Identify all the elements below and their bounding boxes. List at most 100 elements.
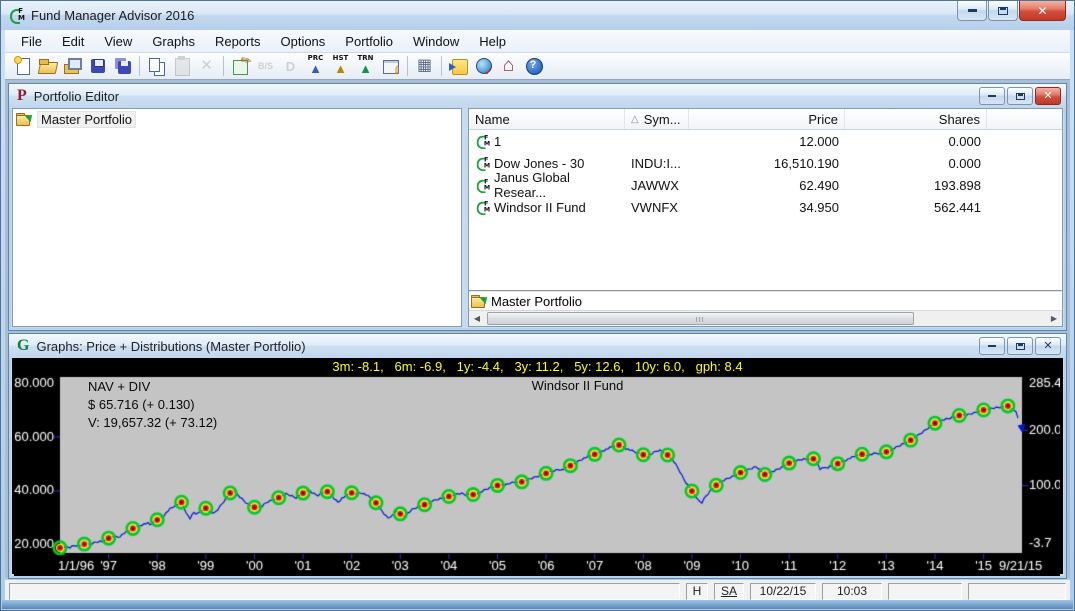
menu-graphs[interactable]: Graphs <box>142 31 205 52</box>
main-titlebar[interactable]: FM Fund Manager Advisor 2016 ✕ <box>1 1 1074 30</box>
history-up-arrow-icon: HST▲ <box>329 55 353 77</box>
group-label: Master Portfolio <box>491 294 582 309</box>
cell-value: 16,510.190 <box>774 156 839 171</box>
close-icon: ✕ <box>1043 91 1052 102</box>
last-price-label: $ 65.716 (+ 0.130) <box>88 396 217 414</box>
transactions-button[interactable]: TRN▲ <box>353 54 378 78</box>
pe-close-button[interactable]: ✕ <box>1035 87 1061 105</box>
portfolio-group-bar[interactable]: Master Portfolio <box>469 290 1062 310</box>
buy-sell-button: B/S <box>253 54 278 78</box>
open-portfolio-button[interactable] <box>60 54 85 78</box>
paste-icon <box>172 56 192 76</box>
menu-help[interactable]: Help <box>469 31 516 52</box>
save-floppy-icon <box>88 56 108 76</box>
paste-button <box>169 54 194 78</box>
new-button[interactable] <box>10 54 35 78</box>
edit-button[interactable] <box>228 54 253 78</box>
scroll-thumb[interactable] <box>487 312 914 325</box>
menu-file[interactable]: File <box>11 31 52 52</box>
memo-button[interactable] <box>446 54 471 78</box>
window-bottom-edge <box>2 600 1073 609</box>
legend-series-label: NAV + DIV <box>88 378 217 396</box>
column-header-sym[interactable]: △Sym... <box>625 109 689 129</box>
column-header-shares[interactable]: Shares <box>845 109 987 129</box>
open-folder-icon <box>38 56 58 76</box>
gw-minimize-button[interactable] <box>979 337 1005 355</box>
sort-ascending-icon: △ <box>631 114 639 125</box>
home-icon: ⌂ <box>499 56 519 76</box>
portfolio-tree: Master Portfolio <box>12 108 462 327</box>
save-button[interactable] <box>85 54 110 78</box>
gw-maximize-button[interactable] <box>1007 337 1033 355</box>
table-row[interactable]: FMWindsor II FundVWNFX34.950562.441 <box>469 196 1062 218</box>
toolbar-separator <box>407 56 408 76</box>
close-button[interactable]: ✕ <box>1019 1 1066 21</box>
portfolio-editor-body: Master Portfolio Name△Sym...PriceShares … <box>12 108 1063 327</box>
table-row[interactable]: FMJanus Global Resear...JAWWX62.490193.8… <box>469 174 1062 196</box>
cell-value: Janus Global Resear... <box>494 170 619 200</box>
save-all-button[interactable] <box>110 54 135 78</box>
home-button[interactable]: ⌂ <box>496 54 521 78</box>
graphs-title: Graphs: Price + Distributions (Master Po… <box>36 339 305 354</box>
portfolio-editor-icon: P <box>17 88 27 104</box>
pe-minimize-button[interactable] <box>979 87 1005 105</box>
maximize-button[interactable] <box>988 1 1018 21</box>
minimize-button[interactable] <box>957 1 987 21</box>
toolbar-separator <box>223 56 224 76</box>
help-icon <box>524 56 544 76</box>
help-button[interactable] <box>521 54 546 78</box>
column-header-price[interactable]: Price <box>689 109 845 129</box>
portfolio-editor-window: P Portfolio Editor ✕ Master Portfolio Na… <box>8 83 1067 331</box>
menu-options[interactable]: Options <box>270 31 335 52</box>
prices-button[interactable]: PRC▲ <box>303 54 328 78</box>
status-h: H <box>686 583 708 600</box>
toolbar-separator <box>441 56 442 76</box>
menu-portfolio[interactable]: Portfolio <box>335 31 403 52</box>
menu-view[interactable]: View <box>94 31 142 52</box>
gw-close-button[interactable]: ✕ <box>1035 337 1061 355</box>
menu-window[interactable]: Window <box>403 31 469 52</box>
portfolio-folder-icon <box>471 295 488 308</box>
tree-item-master-portfolio[interactable]: Master Portfolio <box>16 111 458 128</box>
column-header-name[interactable]: Name <box>469 109 625 129</box>
minimize-icon <box>988 95 996 97</box>
graphs-titlebar[interactable]: G Graphs: Price + Distributions (Master … <box>9 334 1066 358</box>
status-sa[interactable]: SA <box>714 583 744 600</box>
portfolio-editor-controls: ✕ <box>977 87 1061 105</box>
horizontal-scrollbar[interactable]: ◀ ▶ <box>469 310 1062 326</box>
maximize-icon <box>1016 93 1025 100</box>
fund-fm-icon: FM <box>476 156 490 170</box>
data-register-button[interactable] <box>378 54 403 78</box>
copy-button[interactable] <box>144 54 169 78</box>
scroll-right-arrow-icon[interactable]: ▶ <box>1046 311 1062 326</box>
app-window: FM Fund Manager Advisor 2016 ✕ FileEditV… <box>0 0 1075 611</box>
globe-check-icon <box>474 56 494 76</box>
menu-bar: FileEditViewGraphsReportsOptionsPortfoli… <box>5 30 1070 53</box>
scroll-left-arrow-icon[interactable]: ◀ <box>469 311 485 326</box>
table-row[interactable]: FM112.0000.000 <box>469 130 1062 152</box>
internet-update-button[interactable] <box>471 54 496 78</box>
portfolio-editor-titlebar[interactable]: P Portfolio Editor ✕ <box>9 84 1066 108</box>
open-button[interactable] <box>35 54 60 78</box>
portfolio-folder-icon <box>16 113 33 126</box>
status-extra1 <box>888 583 962 600</box>
chart-legend-info: NAV + DIV $ 65.716 (+ 0.130) V: 19,657.3… <box>88 378 217 432</box>
history-button[interactable]: HST▲ <box>328 54 353 78</box>
pe-maximize-button[interactable] <box>1007 87 1033 105</box>
calculator-icon: ▦ <box>415 56 435 76</box>
status-extra2 <box>968 583 1066 600</box>
save-all-icon <box>113 56 133 76</box>
column-header-label: Price <box>808 112 838 127</box>
distribution-button: D <box>278 54 303 78</box>
cell-value: INDU:I... <box>631 156 681 171</box>
cell-value: 1 <box>494 134 501 149</box>
menu-edit[interactable]: Edit <box>52 31 94 52</box>
calculator-button[interactable]: ▦ <box>412 54 437 78</box>
menu-reports[interactable]: Reports <box>205 31 271 52</box>
holdings-table-header: Name△Sym... Price Shares <box>469 109 1062 130</box>
chart-title: Windsor II Fund <box>92 378 1063 393</box>
portfolio-value-label: V: 19,657.32 (+ 73.12) <box>88 414 217 432</box>
distribution-icon: D <box>280 59 302 74</box>
status-date: 10/22/15 <box>750 583 816 600</box>
minimize-icon <box>968 9 977 12</box>
